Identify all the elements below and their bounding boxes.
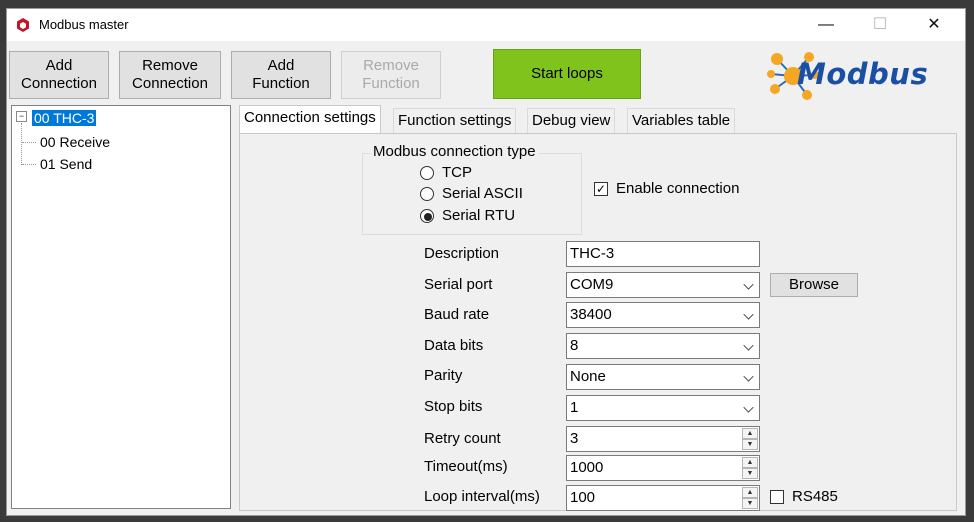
retry-count-stepper[interactable]: 3 ▲ ▼ [566,426,760,452]
stop-bits-value: 1 [570,399,579,416]
modbus-logo: Modbus [767,49,947,103]
spin-up-icon[interactable]: ▲ [742,487,758,498]
add-function-label-2: Function [252,75,310,92]
retry-count-label: Retry count [424,430,501,447]
timeout-value: 1000 [570,459,604,476]
remove-connection-label-1: Remove [142,57,198,74]
description-input[interactable]: THC-3 [566,241,760,267]
add-function-label-1: Add [267,57,295,74]
checkbox-check-icon: ✓ [594,182,608,196]
add-connection-label-1: Add [45,57,73,74]
browse-button[interactable]: Browse [770,273,858,297]
spin-down-icon[interactable]: ▼ [742,468,758,479]
spin-up-icon[interactable]: ▲ [742,457,758,468]
baud-rate-select[interactable]: 38400 [566,302,760,328]
tree-node-child[interactable]: 01 Send [40,156,92,172]
timeout-stepper[interactable]: 1000 ▲ ▼ [566,455,760,481]
spin-down-icon[interactable]: ▼ [742,439,758,450]
data-bits-label: Data bits [424,337,484,354]
tab-connection-settings[interactable]: Connection settings [239,105,381,133]
spin-buttons[interactable]: ▲ ▼ [742,487,758,509]
app-icon [15,17,31,33]
remove-connection-button[interactable]: Remove Connection [119,51,221,99]
loop-interval-value: 100 [570,489,596,506]
radio-circle [420,166,434,180]
add-function-button[interactable]: Add Function [231,51,331,99]
data-bits-value: 8 [570,337,579,354]
modbus-master-window: Modbus master — ☐ ✕ Add Connection Remov… [6,8,966,516]
data-bits-select[interactable]: 8 [566,333,760,359]
serial-port-select[interactable]: COM9 [566,272,760,298]
tree-node-child[interactable]: 00 Receive [40,134,110,150]
stop-bits-label: Stop bits [424,398,483,415]
close-button[interactable]: ✕ [911,9,957,41]
parity-value: None [570,368,606,385]
tree-node-root[interactable]: 00 THC-3 [32,110,97,126]
spin-up-icon[interactable]: ▲ [742,428,758,439]
baud-rate-value: 38400 [570,306,612,323]
serial-port-value: COM9 [570,276,614,293]
tree-line [21,123,22,165]
connection-type-legend: Modbus connection type [370,143,539,160]
radio-serial-ascii-label: Serial ASCII [442,185,523,202]
enable-connection-checkbox[interactable]: ✓ Enable connection [594,180,774,200]
radio-serial-rtu[interactable]: Serial RTU [420,207,560,227]
loop-interval-label: Loop interval(ms) [424,488,540,505]
radio-tcp[interactable]: TCP [420,164,560,184]
description-label: Description [424,245,500,262]
connection-settings-panel: Modbus connection type TCP Serial ASCII … [239,133,957,511]
radio-circle [420,187,434,201]
collapse-icon[interactable]: − [16,111,27,122]
tab-variables-table[interactable]: Variables table [627,108,736,133]
loop-interval-stepper[interactable]: 100 ▲ ▼ [566,485,760,511]
minimize-button[interactable]: — [803,9,849,41]
spin-buttons[interactable]: ▲ ▼ [742,428,758,450]
add-connection-button[interactable]: Add Connection [9,51,109,99]
chevron-down-icon [743,402,754,413]
tree-line [22,142,36,143]
serial-port-label: Serial port [424,276,493,293]
tab-debug-view[interactable]: Debug view [527,108,616,133]
radio-tcp-label: TCP [442,164,472,181]
rs485-checkbox[interactable]: RS485 [770,488,860,508]
tree-line [22,164,36,165]
radio-serial-ascii[interactable]: Serial ASCII [420,185,560,205]
enable-connection-label: Enable connection [616,180,740,197]
parity-label: Parity [424,367,463,384]
spin-buttons[interactable]: ▲ ▼ [742,457,758,479]
remove-function-label-2: Function [362,75,420,92]
add-connection-label-2: Connection [21,75,97,92]
chevron-down-icon [743,309,754,320]
retry-count-value: 3 [570,430,579,447]
title-bar: Modbus master — ☐ ✕ [7,9,965,41]
stop-bits-select[interactable]: 1 [566,395,760,421]
radio-circle-selected [420,209,434,223]
spin-down-icon[interactable]: ▼ [742,498,758,509]
connection-tree[interactable]: − 00 THC-3 00 Receive 01 Send [11,105,231,509]
modbus-logo-text: Modbus [797,57,929,91]
timeout-label: Timeout(ms) [424,458,508,475]
chevron-down-icon [743,340,754,351]
rs485-label: RS485 [792,488,838,505]
radio-serial-rtu-label: Serial RTU [442,207,516,224]
chevron-down-icon [743,371,754,382]
window-title: Modbus master [39,17,129,32]
remove-function-label-1: Remove [363,57,419,74]
tab-function-settings[interactable]: Function settings [393,108,517,133]
parity-select[interactable]: None [566,364,760,390]
baud-rate-label: Baud rate [424,306,490,323]
remove-function-button[interactable]: Remove Function [341,51,441,99]
chevron-down-icon [743,279,754,290]
maximize-button[interactable]: ☐ [857,9,903,41]
remove-connection-label-2: Connection [132,75,208,92]
checkbox-box [770,490,784,504]
start-loops-button[interactable]: Start loops [493,49,641,99]
